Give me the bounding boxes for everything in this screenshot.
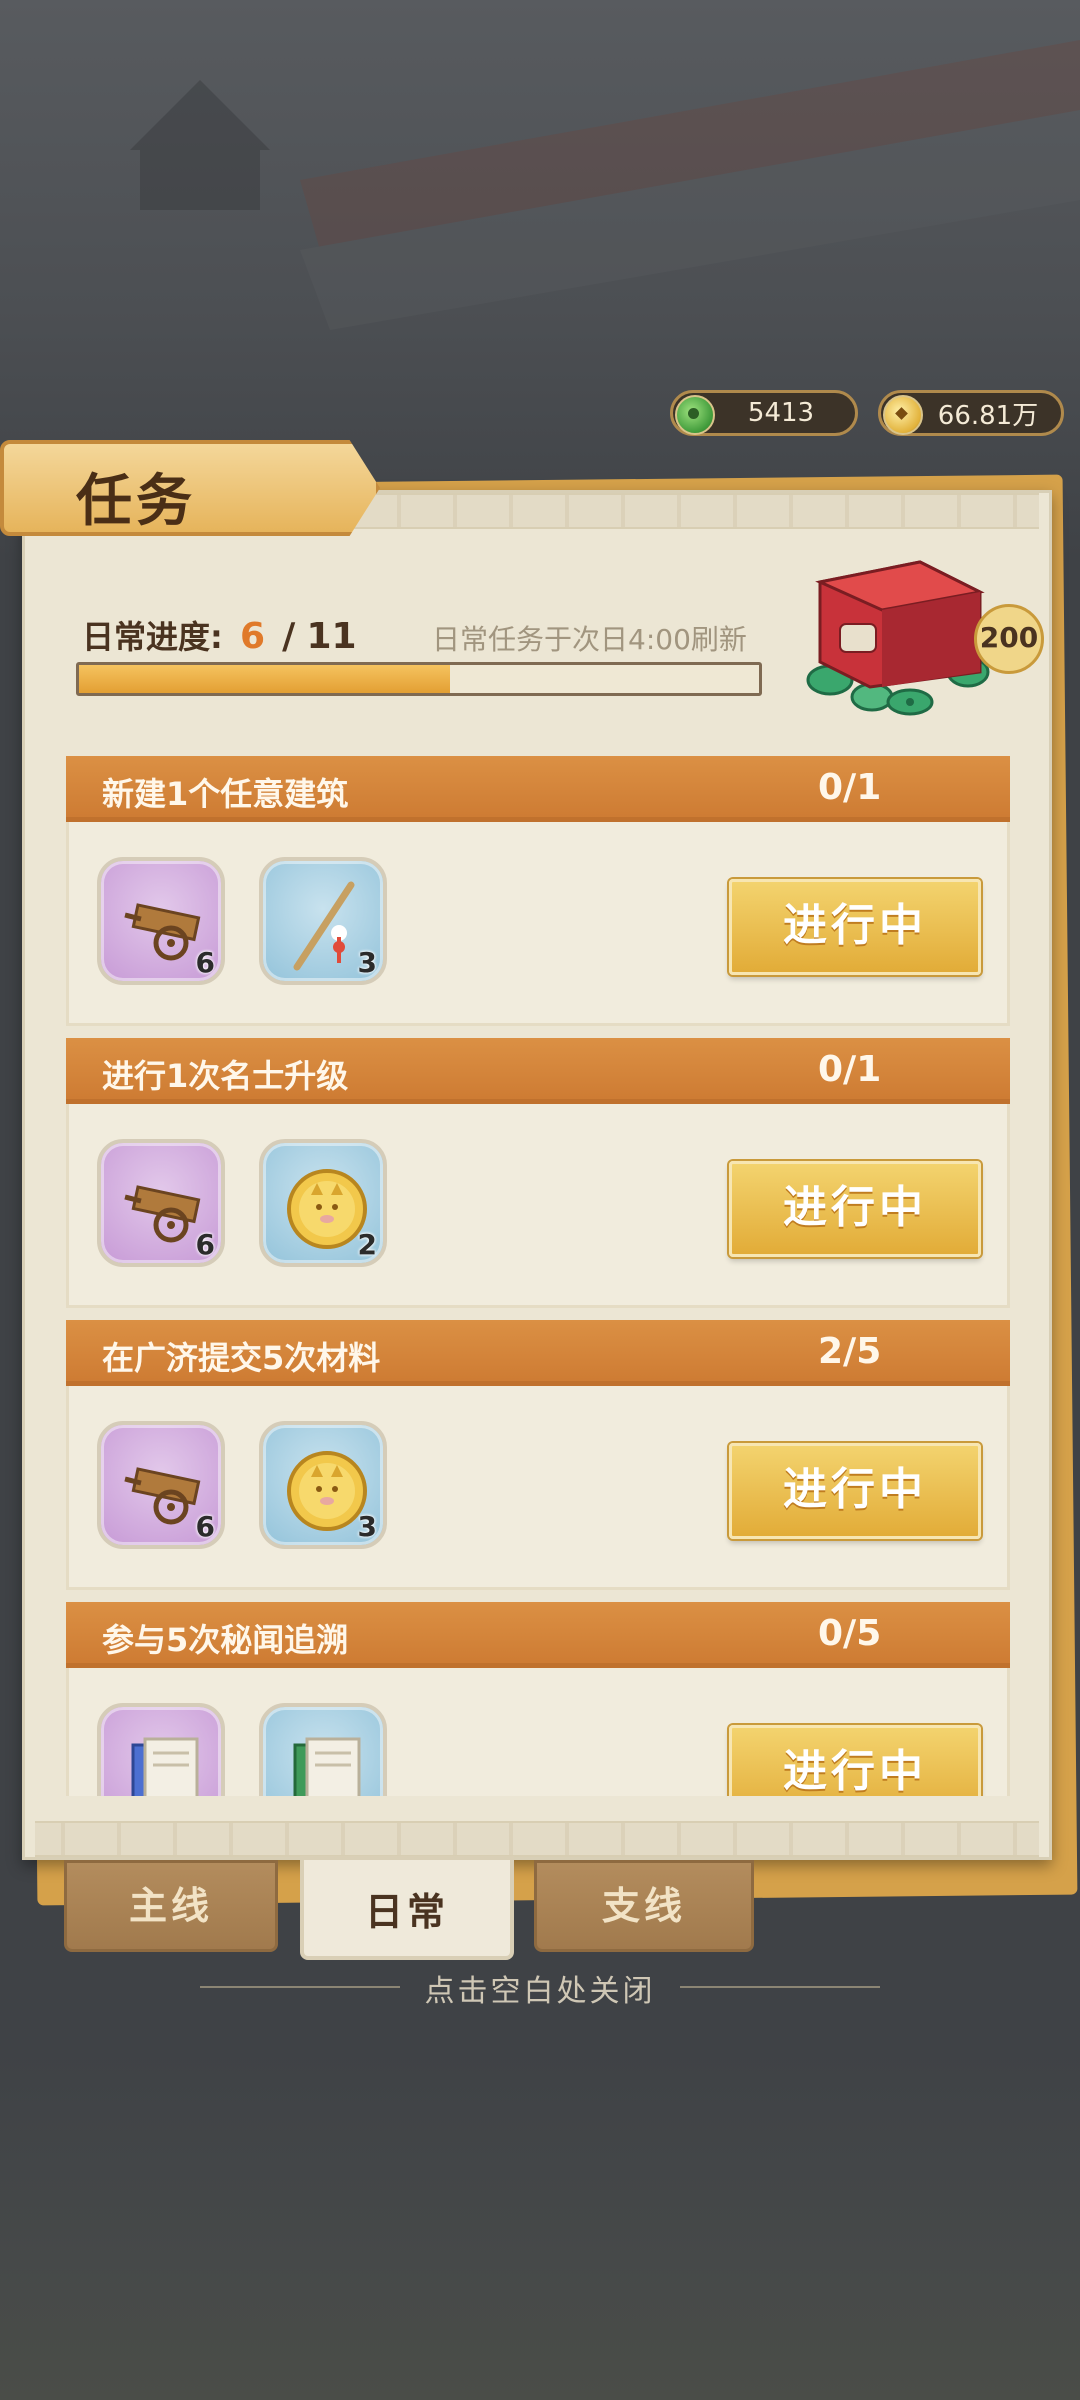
background-ground[interactable]	[0, 2050, 1080, 2400]
panel-bottom-border	[35, 1821, 1039, 1857]
blue-book-icon	[131, 1737, 199, 1796]
daily-progress-fill	[79, 665, 450, 693]
in-progress-button[interactable]: 进行中	[729, 879, 981, 975]
refresh-note: 日常任务于次日4:00刷新	[432, 623, 747, 656]
progress-total: 11	[306, 616, 357, 657]
reward-qty: 2	[357, 1228, 377, 1261]
task-name: 进行1次名士升级	[102, 1057, 349, 1095]
reward-item[interactable]: 6	[97, 1421, 225, 1549]
chest-badge-value: 200	[979, 621, 1039, 654]
in-progress-button[interactable]: 进行中	[729, 1161, 981, 1257]
copper-coin-icon	[883, 395, 923, 435]
reward-qty: 6	[195, 1510, 215, 1543]
task-header: 在广济提交5次材料 2/5	[66, 1320, 1010, 1386]
task-count: 2/5	[818, 1331, 882, 1372]
jade-coin-icon	[675, 395, 715, 435]
reward-item[interactable]	[97, 1703, 225, 1796]
in-progress-button[interactable]: 进行中	[729, 1725, 981, 1796]
tab-side-quest[interactable]: 支线	[534, 1860, 754, 1952]
reward-chest[interactable]: 200	[790, 552, 1044, 722]
coin-value: 66.81万	[937, 400, 1039, 431]
reward-qty: 6	[195, 1228, 215, 1261]
task-header: 参与5次秘闻追溯 0/5	[66, 1602, 1010, 1668]
task-count: 0/1	[818, 767, 882, 808]
reward-item[interactable]: 6	[97, 857, 225, 985]
green-book-icon	[293, 1737, 361, 1796]
tab-main-quest[interactable]: 主线	[64, 1860, 278, 1952]
task-name: 参与5次秘闻追溯	[102, 1621, 349, 1659]
reward-item[interactable]: 3	[259, 1421, 387, 1549]
task-name: 新建1个任意建筑	[102, 775, 349, 813]
task-card: 参与5次秘闻追溯 0/5 进行中	[66, 1602, 1010, 1796]
task-card: 进行1次名士升级 0/1 6 2 进行中	[66, 1038, 1010, 1308]
chest-badge: 200	[974, 604, 1044, 674]
tab-daily-quest[interactable]: 日常	[300, 1856, 514, 1960]
task-header: 进行1次名士升级 0/1	[66, 1038, 1010, 1104]
progress-label-text: 日常进度:	[82, 618, 223, 656]
coin-currency[interactable]: 66.81万	[878, 390, 1064, 436]
task-name: 在广济提交5次材料	[102, 1339, 381, 1377]
task-header: 新建1个任意建筑 0/1	[66, 756, 1010, 822]
task-card: 在广济提交5次材料 2/5 6 3 进行中	[66, 1320, 1010, 1590]
reward-item[interactable]: 3	[259, 857, 387, 985]
daily-progress-bar	[76, 662, 762, 696]
reward-qty: 6	[195, 946, 215, 979]
daily-progress-label: 日常进度: 6 / 11	[82, 612, 357, 658]
progress-separator: /	[282, 616, 296, 657]
task-card: 新建1个任意建筑 0/1 6 3 进行中	[66, 756, 1010, 1026]
reward-item[interactable]: 2	[259, 1139, 387, 1267]
jade-currency[interactable]: 5413	[670, 390, 858, 436]
jade-value: 5413	[747, 398, 815, 428]
task-count: 0/5	[818, 1613, 882, 1654]
panel-title-tab: 任务	[0, 440, 380, 536]
in-progress-button[interactable]: 进行中	[729, 1443, 981, 1539]
task-list[interactable]: 新建1个任意建筑 0/1 6 3 进行中 进行1次名士升级 0/1 6 2 进行…	[66, 756, 1012, 1796]
task-count: 0/1	[818, 1049, 882, 1090]
reward-item[interactable]: 6	[97, 1139, 225, 1267]
close-hint: 点击空白处关闭	[424, 1974, 656, 2009]
progress-current: 6	[239, 616, 266, 657]
panel-title: 任务	[76, 469, 196, 534]
reward-qty: 3	[357, 946, 377, 979]
reward-qty: 3	[357, 1510, 377, 1543]
reward-item[interactable]	[259, 1703, 387, 1796]
